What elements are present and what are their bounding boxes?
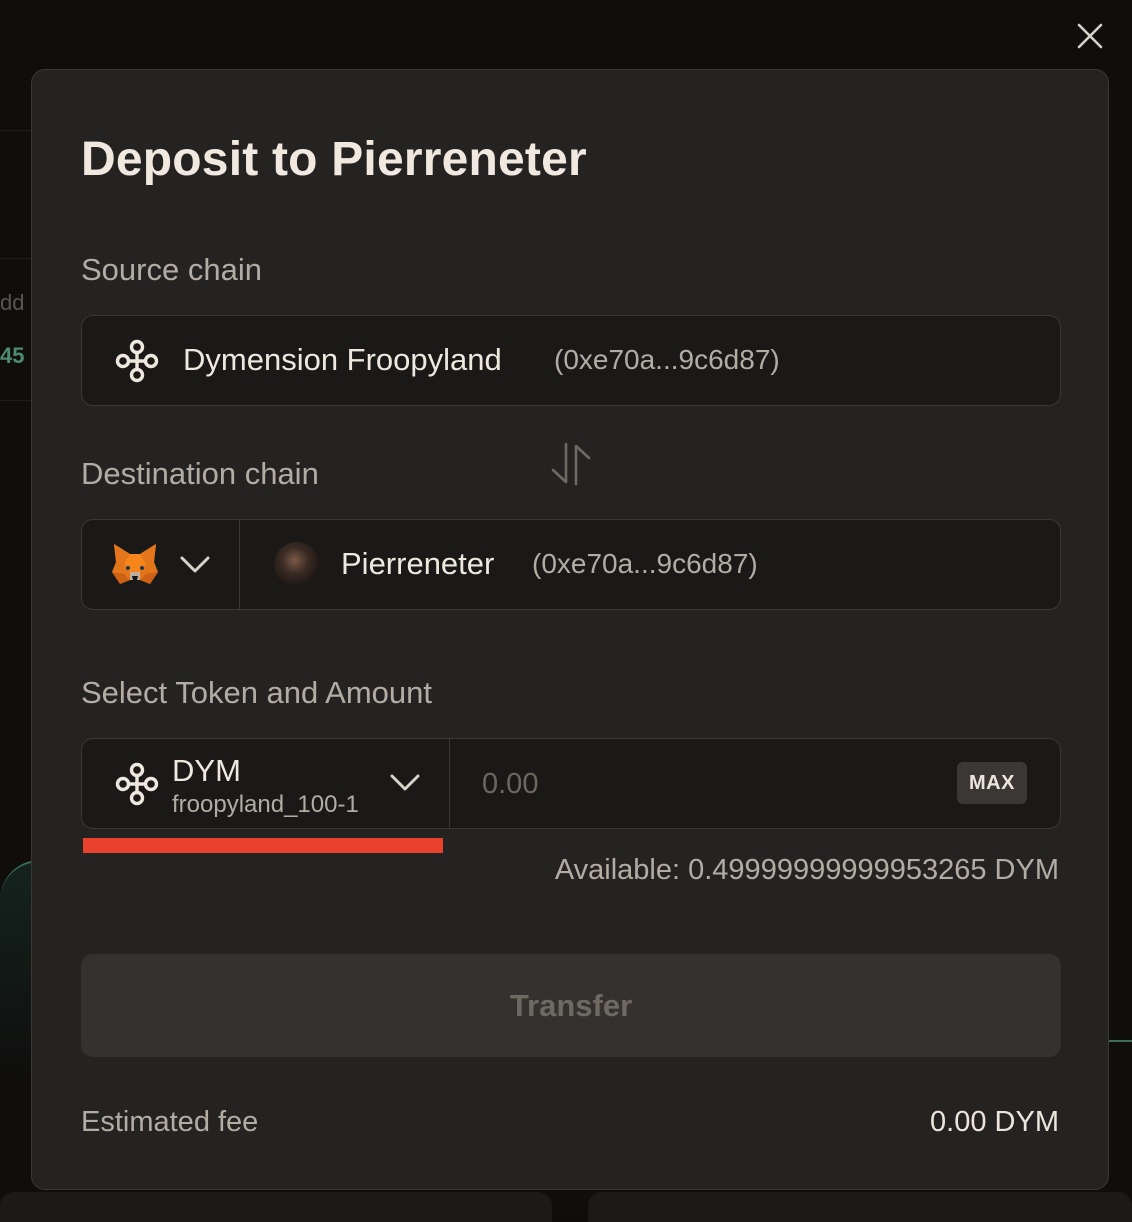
token-select-highlight-bar [83,838,443,853]
destination-chain-field: Pierreneter (0xe70a...9c6d87) [81,519,1061,610]
destination-chain-name: Pierreneter [341,546,495,581]
source-chain-select[interactable]: Dymension Froopyland (0xe70a...9c6d87) [81,315,1061,406]
bg-bottom-card [588,1192,1132,1222]
token-network: froopyland_100-1 [172,791,359,818]
bg-chart-line [1108,1040,1132,1042]
destination-address: (0xe70a...9c6d87) [532,548,758,579]
dym-token-icon [115,762,159,806]
close-icon [1077,23,1103,49]
swap-direction-icon[interactable] [547,440,595,488]
token-symbol: DYM [172,753,241,788]
source-address: (0xe70a...9c6d87) [554,344,780,375]
modal-title: Deposit to Pierreneter [81,133,587,186]
transfer-button[interactable]: Transfer [81,954,1061,1057]
available-balance: Available: 0.49999999999953265 DYM [554,854,1059,886]
deposit-modal: Deposit to Pierreneter Source chain Dyme… [31,69,1109,1190]
max-button[interactable]: MAX [957,762,1027,804]
token-amount-field: DYM froopyland_100-1 MAX [81,738,1061,829]
chevron-down-icon [180,556,210,573]
source-chain-label: Source chain [81,252,262,287]
estimated-fee-label: Estimated fee [81,1106,259,1138]
source-chain-name: Dymension Froopyland [183,342,502,377]
bg-bottom-card [0,1192,552,1222]
bg-partial-value: 45 [0,343,25,368]
bg-partial-label: dd [0,290,25,315]
dymension-icon [115,339,159,383]
pierreneter-avatar [274,542,320,588]
metamask-fox-icon [112,544,158,584]
token-select[interactable]: DYM froopyland_100-1 [82,739,450,828]
amount-input[interactable] [482,763,942,805]
chevron-down-icon [390,774,420,791]
close-button[interactable] [1072,18,1108,54]
destination-chain-label: Destination chain [81,456,319,491]
wallet-select[interactable] [82,520,240,609]
estimated-fee-value: 0.00 DYM [930,1106,1059,1138]
token-amount-label: Select Token and Amount [81,675,433,710]
